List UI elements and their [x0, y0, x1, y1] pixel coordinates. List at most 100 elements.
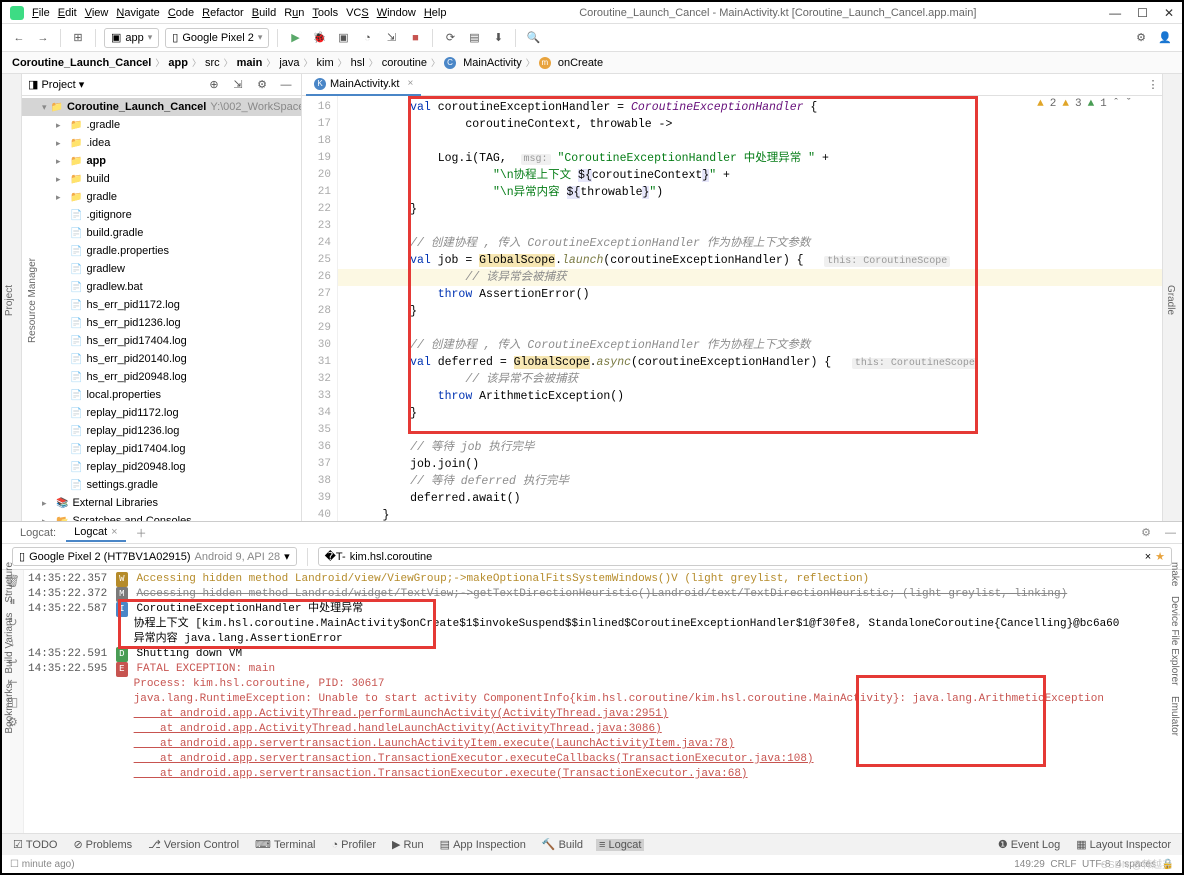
build-variants-tab[interactable]: Build Variants	[4, 613, 15, 674]
crumb-java[interactable]: java	[279, 57, 299, 69]
tree-scratches[interactable]: ▸📂Scratches and Consoles	[22, 512, 301, 521]
logcat-device-combo[interactable]: ▯ Google Pixel 2 (HT7BV1A02915) Android …	[12, 547, 297, 566]
maximize-button[interactable]: ☐	[1137, 6, 1148, 20]
tree-external[interactable]: ▸📚External Libraries	[22, 494, 301, 512]
make-tab[interactable]: make	[1169, 562, 1180, 586]
avd-button[interactable]: ⊞	[69, 29, 87, 47]
menu-code[interactable]: Code	[168, 7, 194, 19]
menu-build[interactable]: Build	[252, 7, 276, 19]
forward-button[interactable]: →	[34, 29, 52, 47]
settings-icon[interactable]: ⚙	[253, 76, 271, 94]
project-tree[interactable]: ▾📁Coroutine_Launch_Cancel Y:\002_WorkSpa…	[22, 96, 301, 521]
build-tab[interactable]: 🔨 Build	[539, 838, 586, 851]
tree-item[interactable]: 📄replay_pid17404.log	[22, 440, 301, 458]
menu-view[interactable]: View	[85, 7, 109, 19]
editor-more-icon[interactable]: ⋮	[1144, 76, 1162, 94]
todo-tab[interactable]: ☑ TODO	[10, 838, 60, 851]
tree-root[interactable]: ▾📁Coroutine_Launch_Cancel Y:\002_WorkSpa…	[22, 98, 301, 116]
tree-item[interactable]: ▸📁.gradle	[22, 116, 301, 134]
problems-tab[interactable]: ⊘ Problems	[70, 838, 135, 851]
breadcrumb[interactable]: Coroutine_Launch_Cancel〉 app〉 src〉 main〉…	[2, 52, 1182, 74]
layout-inspector-tab[interactable]: ▦ Layout Inspector	[1073, 838, 1174, 851]
minimize-button[interactable]: —	[1109, 6, 1121, 20]
avd-manager-button[interactable]: ▤	[465, 29, 483, 47]
tree-item[interactable]: 📄replay_pid1236.log	[22, 422, 301, 440]
run-button[interactable]: ▶	[286, 29, 304, 47]
device-combo[interactable]: ▯ Google Pixel 2 ▾	[165, 28, 269, 48]
project-tool-tab[interactable]: Project	[2, 283, 17, 318]
hide-icon[interactable]: —	[277, 76, 295, 94]
collapse-all-icon[interactable]: ⇲	[229, 76, 247, 94]
sdk-manager-button[interactable]: ⬇	[489, 29, 507, 47]
tree-item[interactable]: 📄hs_err_pid17404.log	[22, 332, 301, 350]
structure-tab[interactable]: Structure	[4, 562, 15, 603]
menu-vcs[interactable]: VCS	[346, 7, 369, 19]
select-opened-file-icon[interactable]: ⊕	[205, 76, 223, 94]
crumb-method[interactable]: m onCreate	[539, 57, 603, 69]
profile-button[interactable]: ◔	[358, 29, 376, 47]
add-logcat-tab[interactable]: ＋	[128, 523, 155, 543]
app-inspection-tab[interactable]: ▤ App Inspection	[437, 838, 529, 851]
crumb-kim[interactable]: kim	[317, 57, 334, 69]
tree-item[interactable]: ▸📁app	[22, 152, 301, 170]
run-tab[interactable]: ▶ Run	[389, 838, 427, 851]
bookmarks-tab[interactable]: Bookmarks	[4, 684, 15, 734]
tree-item[interactable]: 📄.gitignore	[22, 206, 301, 224]
menu-window[interactable]: Window	[377, 7, 416, 19]
run-config-combo[interactable]: ▣ app ▾	[104, 28, 159, 48]
tree-item[interactable]: 📄local.properties	[22, 386, 301, 404]
tree-item[interactable]: 📄hs_err_pid20140.log	[22, 350, 301, 368]
code-editor[interactable]: ▲2 ▲3 ▲1 ˆˇ val coroutineExceptionHandle…	[338, 96, 1162, 521]
tree-item[interactable]: 📄replay_pid1172.log	[22, 404, 301, 422]
event-log-tab[interactable]: ❶ Event Log	[995, 838, 1063, 851]
crumb-project[interactable]: Coroutine_Launch_Cancel	[12, 57, 151, 69]
tree-item[interactable]: 📄settings.gradle	[22, 476, 301, 494]
crumb-class[interactable]: C MainActivity	[444, 57, 522, 69]
editor-tab-active[interactable]: K MainActivity.kt ×	[306, 74, 421, 96]
logcat-bottom-tab[interactable]: ≡ Logcat	[596, 839, 644, 851]
settings-icon[interactable]: ⚙	[1132, 29, 1150, 47]
tree-item[interactable]: 📄gradlew	[22, 260, 301, 278]
tree-item[interactable]: 📄hs_err_pid20948.log	[22, 368, 301, 386]
crumb-src[interactable]: src	[205, 57, 220, 69]
line-separator[interactable]: CRLF	[1050, 859, 1076, 870]
inspection-summary[interactable]: ▲2 ▲3 ▲1 ˆˇ	[1037, 98, 1132, 110]
resource-manager-tab[interactable]: Resource Manager	[25, 256, 40, 345]
logcat-settings-icon[interactable]: ⚙	[1135, 526, 1157, 539]
gradle-tab[interactable]: Gradle	[1163, 283, 1178, 317]
menu-tools[interactable]: Tools	[312, 7, 338, 19]
menu-run[interactable]: Run	[284, 7, 304, 19]
tree-item[interactable]: 📄gradlew.bat	[22, 278, 301, 296]
coverage-button[interactable]: ▣	[334, 29, 352, 47]
tree-item[interactable]: 📄gradle.properties	[22, 242, 301, 260]
attach-debugger-button[interactable]: ⇲	[382, 29, 400, 47]
back-button[interactable]: ←	[10, 29, 28, 47]
user-icon[interactable]: 👤	[1156, 29, 1174, 47]
caret-position[interactable]: 149:29	[1014, 859, 1045, 870]
tree-item[interactable]: ▸📁build	[22, 170, 301, 188]
menu-navigate[interactable]: Navigate	[116, 7, 159, 19]
crumb-main[interactable]: main	[237, 57, 263, 69]
vcs-tab[interactable]: ⎇ Version Control	[145, 838, 242, 851]
logcat-hide-icon[interactable]: —	[1159, 527, 1182, 539]
crumb-app[interactable]: app	[168, 57, 188, 69]
menu-help[interactable]: Help	[424, 7, 447, 19]
profiler-tab[interactable]: ◔ Profiler	[329, 839, 380, 851]
menu-edit[interactable]: Edit	[58, 7, 77, 19]
project-view-combo[interactable]: ◨ Project ▾	[28, 78, 84, 91]
menu-refactor[interactable]: Refactor	[202, 7, 244, 19]
tree-item[interactable]: 📄hs_err_pid1172.log	[22, 296, 301, 314]
tree-item[interactable]: 📄build.gradle	[22, 224, 301, 242]
debug-button[interactable]: 🐞	[310, 29, 328, 47]
search-button[interactable]: 🔍	[524, 29, 542, 47]
tree-item[interactable]: 📄hs_err_pid1236.log	[22, 314, 301, 332]
stop-button[interactable]: ■	[406, 29, 424, 47]
tree-item[interactable]: ▸📁.idea	[22, 134, 301, 152]
tree-item[interactable]: ▸📁gradle	[22, 188, 301, 206]
logcat-output[interactable]: 14:35:22.357 W Accessing hidden method L…	[24, 570, 1182, 833]
logcat-filter-input[interactable]: �T- kim.hsl.coroutine× ★	[318, 547, 1172, 566]
device-file-explorer-tab[interactable]: Device File Explorer	[1169, 596, 1180, 685]
close-button[interactable]: ✕	[1164, 6, 1174, 20]
crumb-coroutine[interactable]: coroutine	[382, 57, 427, 69]
close-tab-icon[interactable]: ×	[407, 78, 413, 89]
